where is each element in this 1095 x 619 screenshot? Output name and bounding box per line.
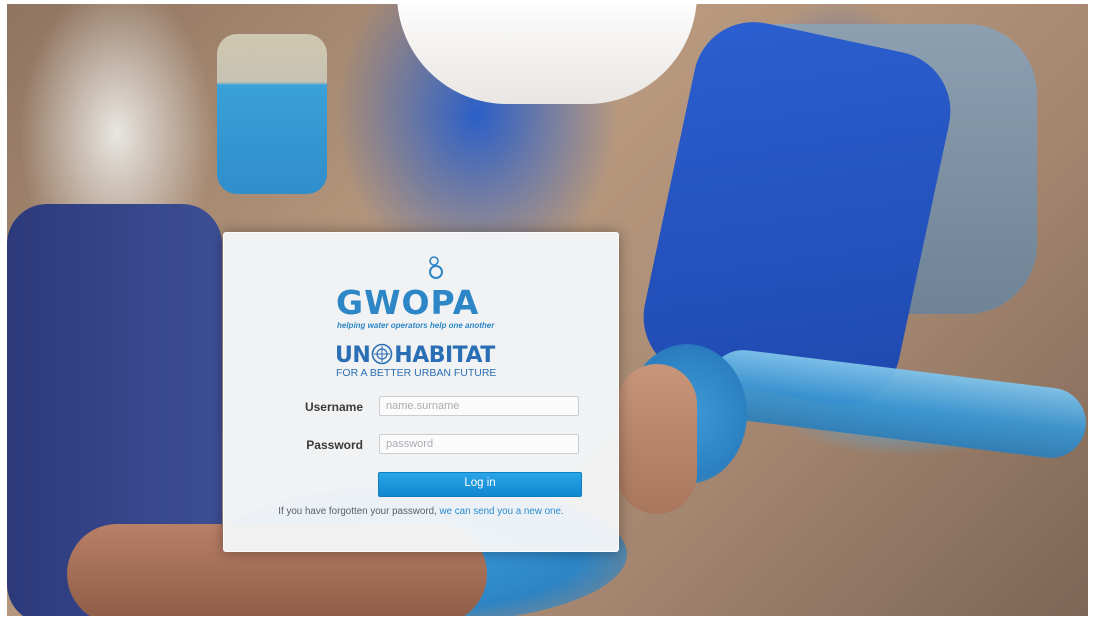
background-paint-can xyxy=(217,34,327,194)
gwopa-logo: GWOPA helping water operators help one a… xyxy=(334,255,514,335)
username-label: Username xyxy=(304,400,363,414)
gwopa-wordmark: GWOPA xyxy=(336,283,480,322)
background-hand xyxy=(617,364,697,514)
recovery-prefix: If you have forgotten your password, xyxy=(278,506,437,517)
recovery-link[interactable]: we can send you a new one xyxy=(440,506,561,517)
un-emblem-icon xyxy=(371,343,393,365)
username-input[interactable] xyxy=(379,396,579,416)
login-panel: GWOPA helping water operators help one a… xyxy=(223,232,619,552)
un-habitat-wordmark-left: UN xyxy=(335,343,371,368)
un-habitat-logo: UN HABITAT FOR A BETTER URBAN FUTURE xyxy=(334,343,514,383)
password-recovery-text: If you have forgotten your password, we … xyxy=(224,506,618,517)
password-row: Password xyxy=(224,434,618,456)
login-button[interactable]: Log in xyxy=(378,472,582,497)
background-helmet xyxy=(397,4,697,104)
recovery-suffix: . xyxy=(560,506,564,517)
un-habitat-wordmark-right: HABITAT xyxy=(394,343,495,368)
gwopa-tagline: helping water operators help one another xyxy=(337,321,495,330)
password-label: Password xyxy=(306,438,363,452)
un-habitat-tagline: FOR A BETTER URBAN FUTURE xyxy=(336,367,497,379)
un-habitat-wordmark: UN HABITAT xyxy=(335,343,495,368)
password-input[interactable] xyxy=(379,434,579,454)
username-row: Username xyxy=(224,396,618,418)
